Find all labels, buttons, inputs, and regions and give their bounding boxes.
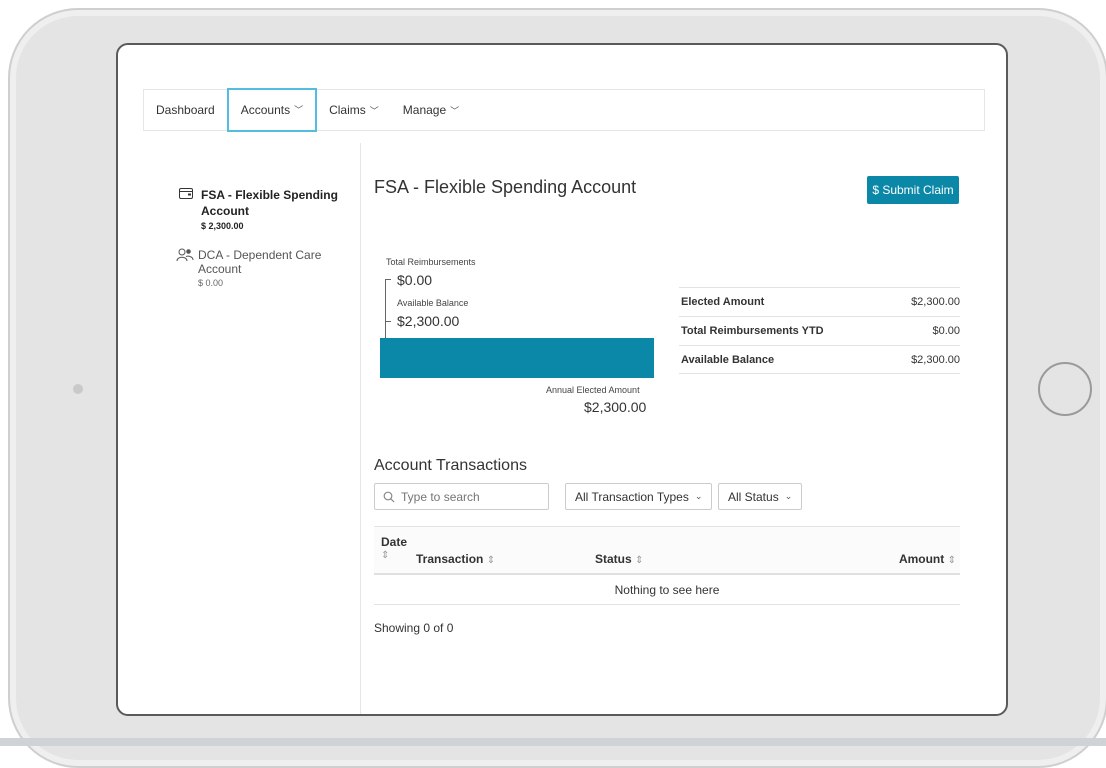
annual-elected-label: Annual Elected Amount: [546, 385, 640, 395]
column-transaction-label: Transaction: [416, 552, 484, 566]
sort-icon: ⇕: [947, 555, 956, 566]
annual-elected-value: $2,300.00: [584, 399, 647, 415]
transaction-type-select[interactable]: All Transaction Types ⌄: [565, 483, 713, 510]
nav-accounts[interactable]: Accounts ﹀: [226, 87, 318, 132]
summary-value: $2,300.00: [911, 353, 960, 366]
nav-dashboard[interactable]: Dashboard: [144, 90, 227, 130]
summary-row: Elected Amount $2,300.00: [679, 287, 960, 316]
column-status[interactable]: Status ⇕: [595, 552, 643, 566]
chevron-down-icon: ⌄: [694, 491, 703, 501]
balance-bracket: [385, 279, 386, 338]
sort-icon[interactable]: ⇕: [381, 550, 407, 561]
chevron-down-icon: ﹀: [294, 105, 304, 115]
balance-bar: [380, 338, 654, 378]
page-title: FSA - Flexible Spending Account: [374, 177, 637, 197]
transactions-title: Account Transactions: [374, 457, 527, 474]
nav-claims-label: Claims: [329, 103, 366, 117]
summary-label: Total Reimbursements YTD: [681, 325, 824, 337]
status-select[interactable]: All Status ⌄: [718, 483, 803, 510]
wallet-icon: [179, 187, 193, 231]
total-reimbursements-label: Total Reimbursements: [386, 257, 476, 267]
nav-dashboard-label: Dashboard: [156, 103, 215, 117]
status-value: All Status: [728, 489, 779, 504]
available-balance-label: Available Balance: [397, 298, 469, 308]
column-transaction[interactable]: Transaction ⇕: [416, 552, 495, 566]
sidebar-item-amount: $ 0.00: [198, 278, 224, 288]
summary-table: Elected Amount $2,300.00 Total Reimburse…: [679, 287, 960, 374]
chevron-down-icon: ﹀: [450, 105, 460, 116]
sidebar-item-label: DCA - Dependent Care Account: [198, 248, 322, 276]
sort-icon: ⇕: [635, 555, 644, 566]
sidebar-item-label: FSA - Flexible Spending Account: [201, 188, 338, 218]
column-amount[interactable]: Amount ⇕: [899, 552, 956, 566]
search-box: [374, 483, 549, 510]
total-reimbursements-value: $0.00: [397, 272, 433, 288]
chevron-down-icon: ﹀: [369, 105, 379, 116]
available-balance-value: $2,300.00: [397, 313, 460, 329]
chevron-down-icon: ⌄: [784, 491, 793, 501]
bottom-shade: [0, 738, 1106, 746]
bracket-tick: [385, 321, 391, 322]
column-date[interactable]: Date ⇕: [381, 535, 407, 561]
summary-label: Elected Amount: [681, 296, 765, 308]
empty-row: Nothing to see here: [374, 575, 960, 605]
sort-icon: ⇕: [486, 555, 496, 566]
camera-dot: [73, 384, 83, 394]
search-icon: [383, 491, 395, 502]
bracket-tick: [385, 279, 391, 280]
summary-label: Available Balance: [681, 353, 775, 366]
column-status-label: Status: [595, 552, 632, 566]
sidebar-item-fsa[interactable]: FSA - Flexible Spending Account $ 2,300.…: [179, 187, 339, 231]
column-amount-label: Amount: [898, 552, 945, 566]
top-nav: Dashboard Accounts ﹀ Claims ﹀ Manage ﹀: [143, 87, 985, 132]
submit-claim-button[interactable]: $ Submit Claim: [867, 176, 959, 204]
sidebar-item-dca[interactable]: DCA - Dependent Care Account $ 0.00: [176, 248, 361, 288]
nav-manage-label: Manage: [402, 103, 447, 117]
app-screen: Dashboard Accounts ﹀ Claims ﹀ Manage ﹀ F…: [116, 43, 1008, 716]
search-input[interactable]: [401, 489, 541, 504]
nav-claims[interactable]: Claims ﹀: [317, 90, 391, 130]
nav-manage[interactable]: Manage ﹀: [391, 90, 471, 130]
pagination-status: Showing 0 of 0: [374, 621, 454, 635]
table-header: Date ⇕ Transaction ⇕ Status ⇕ Amount ⇕: [374, 526, 960, 575]
summary-row: Total Reimbursements YTD $0.00: [679, 316, 960, 345]
sidebar-item-amount: $ 2,300.00: [201, 221, 244, 231]
summary-row: Available Balance $2,300.00: [679, 345, 960, 374]
transactions-table: Date ⇕ Transaction ⇕ Status ⇕ Amount ⇕ N…: [374, 526, 960, 605]
summary-value: $2,300.00: [911, 296, 960, 308]
transaction-type-value: All Transaction Types: [575, 489, 689, 504]
column-date-label: Date: [381, 535, 408, 549]
sidebar-divider: [360, 143, 361, 714]
home-button[interactable]: [1038, 362, 1092, 416]
nav-accounts-label: Accounts: [240, 102, 291, 117]
people-icon: [176, 248, 194, 288]
summary-value: $0.00: [932, 325, 960, 337]
